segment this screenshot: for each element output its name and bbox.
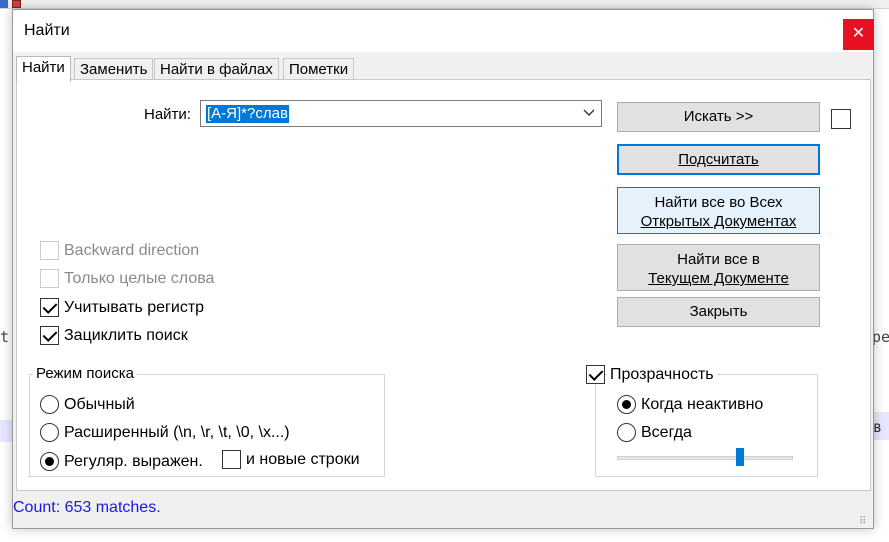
find-dialog: Найти ✕ Найти Заменить Найти в файлах По… (12, 9, 874, 529)
search-window-toggle-checkbox[interactable] (831, 109, 851, 129)
resize-grip-icon[interactable]: ⠿ (859, 516, 866, 527)
find-label: Найти: (144, 106, 191, 123)
find-all-current-line2: Текущем Документе (648, 270, 789, 287)
search-mode-regex-label: Регуляр. выражен. (64, 453, 203, 470)
search-mode-normal-radio[interactable] (40, 395, 59, 414)
wrap-around-label: Зациклить поиск (64, 327, 188, 344)
count-label: Подсчитать (678, 151, 759, 168)
background-window-titlebar (0, 0, 889, 9)
transparency-label: Прозрачность (607, 366, 717, 384)
count-button[interactable]: Подсчитать (617, 144, 820, 175)
background-editor-text-left: t (0, 328, 10, 346)
dialog-title: Найти (24, 22, 70, 39)
transparency-inactive-radio[interactable] (617, 395, 636, 414)
close-label: Закрыть (689, 303, 748, 320)
backward-direction-checkbox[interactable] (40, 241, 59, 260)
search-input[interactable]: [А-Я]*?слав (200, 100, 602, 127)
dialog-titlebar[interactable]: Найти ✕ (13, 10, 874, 52)
search-mode-normal-label: Обычный (64, 396, 135, 413)
close-button[interactable]: Закрыть (617, 297, 820, 327)
close-icon[interactable]: ✕ (843, 19, 874, 50)
find-all-open-docs-button[interactable]: Найти все во Всех Открытых Документах (617, 187, 820, 234)
transparency-slider-thumb[interactable] (736, 448, 745, 466)
background-close-icon (12, 0, 21, 8)
transparency-always-label: Всегда (641, 424, 692, 441)
status-text: Count: 653 matches. (13, 499, 161, 516)
transparency-checkbox[interactable] (586, 365, 605, 384)
whole-word-checkbox[interactable] (40, 269, 59, 288)
background-editor-highlight-left (0, 420, 12, 442)
match-case-checkbox[interactable] (40, 298, 59, 317)
search-mode-extended-label: Расширенный (\n, \r, \t, \0, \x...) (64, 424, 290, 441)
search-mode-regex-radio[interactable] (40, 452, 59, 471)
transparency-inactive-label: Когда неактивно (641, 396, 764, 413)
transparency-always-radio[interactable] (617, 423, 636, 442)
find-next-button[interactable]: Искать >> (617, 102, 820, 132)
find-next-label: Искать >> (683, 108, 754, 125)
search-mode-title: Режим поиска (33, 365, 137, 382)
search-input-value: [А-Я]*?слав (206, 105, 289, 123)
background-app-icon (0, 0, 8, 8)
find-all-open-docs-line1: Найти все во Всех (654, 194, 783, 211)
find-all-current-doc-button[interactable]: Найти все в Текущем Документе (617, 244, 820, 291)
background-editor-text-right: pe (872, 328, 889, 346)
whole-word-label: Только целые слова (64, 270, 215, 287)
tab-replace[interactable]: Заменить (74, 58, 154, 80)
tab-find-in-files[interactable]: Найти в файлах (154, 58, 279, 80)
tab-find[interactable]: Найти (16, 56, 71, 82)
wrap-around-checkbox[interactable] (40, 326, 59, 345)
chevron-down-icon[interactable] (583, 105, 595, 121)
search-mode-extended-radio[interactable] (40, 423, 59, 442)
tab-mark[interactable]: Пометки (283, 58, 355, 80)
dot-matches-newline-label: и новые строки (246, 451, 360, 468)
transparency-slider-track[interactable] (617, 456, 793, 460)
match-case-label: Учитывать регистр (64, 299, 205, 316)
dot-matches-newline-checkbox[interactable] (222, 450, 241, 469)
find-all-current-line1: Найти все в (677, 251, 760, 268)
find-all-open-docs-line2: Открытых Документах (640, 213, 797, 230)
backward-direction-label: Backward direction (64, 242, 200, 259)
